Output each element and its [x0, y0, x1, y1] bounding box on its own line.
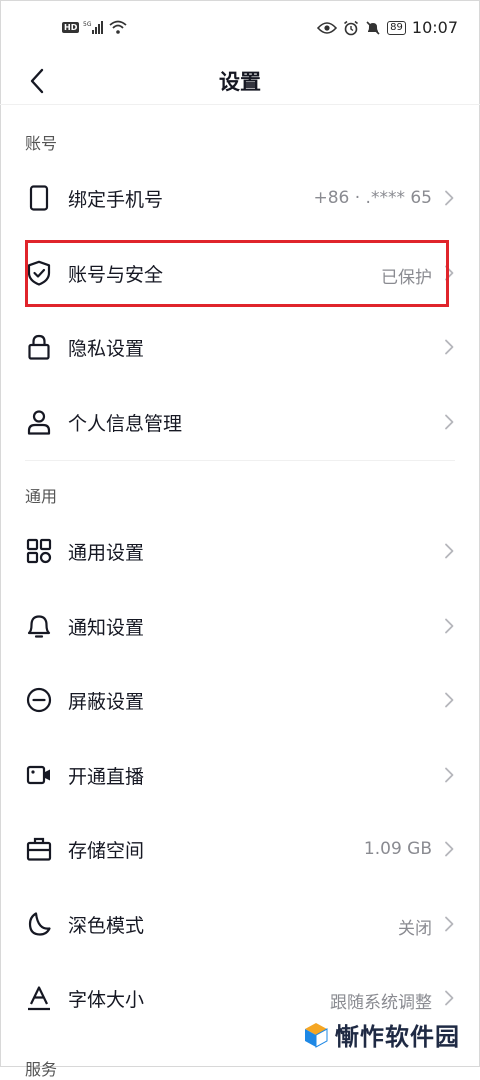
- watermark: 慚怍软件园: [295, 1014, 468, 1055]
- clock: 10:07: [411, 18, 458, 37]
- bell-icon: [27, 615, 51, 638]
- chevron-right-icon: [445, 339, 454, 355]
- shield-check-icon: [27, 260, 51, 286]
- eye-icon: [317, 21, 338, 34]
- cellular-signal-icon: 5G: [83, 21, 104, 34]
- chevron-right-icon: [445, 990, 454, 1006]
- row-label: 账号与安全: [68, 264, 164, 286]
- row-value: 1.09 GB: [363, 839, 432, 859]
- settings-row-block[interactable]: 屏蔽设置: [0, 663, 480, 737]
- row-value: +86 · .**** 65: [313, 188, 432, 208]
- chevron-right-icon: [445, 841, 454, 857]
- status-bar: HD 5G 89 10:07: [0, 0, 480, 58]
- settings-row-account-security[interactable]: 账号与安全 已保护: [0, 236, 480, 310]
- section-title-general: 通用: [25, 487, 58, 506]
- watermark-logo-icon: [305, 1022, 328, 1048]
- chevron-right-icon: [445, 916, 454, 932]
- row-label: 字体大小: [68, 989, 145, 1011]
- row-label: 屏蔽设置: [68, 691, 145, 713]
- row-label: 存储空间: [68, 840, 145, 862]
- row-label: 通用设置: [68, 542, 145, 564]
- phone-icon: [29, 185, 49, 211]
- person-icon: [27, 410, 51, 435]
- row-label: 隐私设置: [68, 338, 145, 360]
- hd-icon: HD: [62, 21, 80, 33]
- nav-bar: 设置: [0, 58, 480, 105]
- chevron-right-icon: [445, 692, 454, 708]
- svg-text:5G: 5G: [83, 21, 92, 28]
- row-label: 深色模式: [68, 915, 145, 937]
- moon-icon: [28, 912, 51, 936]
- settings-row-dark-mode[interactable]: 深色模式 关闭: [0, 887, 480, 961]
- section-title-account: 账号: [25, 134, 58, 153]
- lock-icon: [28, 334, 50, 360]
- section-divider: [25, 460, 455, 461]
- settings-row-notifications[interactable]: 通知设置: [0, 589, 480, 663]
- watermark-text: 慚怍软件园: [335, 1023, 460, 1051]
- chevron-right-icon: [445, 265, 454, 281]
- chevron-right-icon: [445, 767, 454, 783]
- row-value: 已保护: [381, 268, 432, 288]
- row-label: 绑定手机号: [68, 189, 164, 211]
- chevron-right-icon: [445, 414, 454, 430]
- row-label: 开通直播: [68, 766, 145, 788]
- status-right: 89 10:07: [317, 18, 458, 37]
- video-camera-icon: [26, 765, 50, 785]
- wifi-icon: [109, 20, 127, 34]
- settings-row-personal-info[interactable]: 个人信息管理: [0, 385, 480, 459]
- settings-row-general[interactable]: 通用设置: [0, 514, 480, 588]
- page-title: 设置: [219, 70, 261, 94]
- row-value: 关闭: [398, 919, 432, 939]
- block-icon: [26, 687, 52, 713]
- section-title-service: 服务: [25, 1060, 58, 1079]
- status-left: HD 5G: [62, 20, 127, 34]
- battery-icon: 89: [387, 20, 406, 35]
- row-label: 通知设置: [68, 617, 145, 639]
- row-value: 跟随系统调整: [330, 993, 432, 1013]
- chevron-right-icon: [445, 618, 454, 634]
- chevron-right-icon: [445, 190, 454, 206]
- settings-row-privacy[interactable]: 隐私设置: [0, 310, 480, 384]
- settings-row-bind-phone[interactable]: 绑定手机号 +86 · .**** 65: [0, 161, 480, 235]
- font-size-icon: [28, 986, 50, 1011]
- mute-bell-icon: [366, 20, 380, 35]
- storage-box-icon: [26, 837, 52, 861]
- alarm-icon: [344, 20, 359, 35]
- grid-icon: [26, 538, 52, 564]
- chevron-right-icon: [445, 543, 454, 559]
- settings-row-live[interactable]: 开通直播: [0, 738, 480, 812]
- row-label: 个人信息管理: [68, 413, 183, 435]
- settings-row-storage[interactable]: 存储空间 1.09 GB: [0, 812, 480, 886]
